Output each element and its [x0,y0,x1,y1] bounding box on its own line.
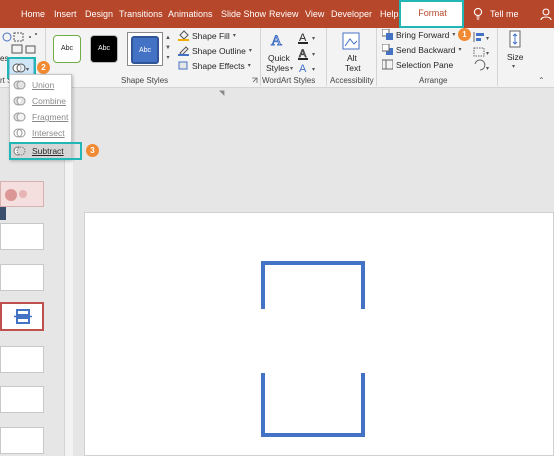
paint-bucket-icon [178,30,189,41]
size-icon[interactable] [506,30,524,48]
ribbon-format: es rt S Abc Abc Abc ▲ ▼ ▾ Shape Fill ▾ Shap… [0,28,554,88]
quick-styles-icon[interactable]: A [269,30,287,50]
powerpoint-window: Home Insert Design Transitions Animation… [0,0,554,456]
style-swatch-blue[interactable]: Abc [131,36,159,64]
slide-thumbnail[interactable] [0,427,44,454]
share-icon[interactable] [540,7,554,21]
tab-animations[interactable]: Animations [168,9,213,19]
group-separator [260,28,261,86]
accessibility-group-label: Accessibility [330,76,374,85]
alt-text-label-2[interactable]: Text [345,63,361,73]
tab-review[interactable]: Review [269,9,299,19]
group-separator [376,28,377,86]
tab-developer[interactable]: Developer [331,9,372,19]
slide-thumbnail[interactable] [0,264,44,291]
dialog-launcher-icon[interactable] [251,77,258,84]
slide-thumbnail[interactable] [0,386,44,413]
slide-shape-preview [14,309,32,324]
svg-text:A: A [299,63,307,75]
svg-text:▾: ▾ [312,67,315,73]
fragment-icon [13,112,26,122]
shape-fill-button[interactable]: Shape Fill ▾ [178,30,236,41]
group-separator [326,28,327,86]
menu-item-combine[interactable]: Combine [10,93,71,109]
collapse-ribbon-icon[interactable]: ⌃ [538,76,545,85]
shape-styles-group-label: Shape Styles [121,76,169,85]
svg-text:▾: ▾ [486,36,489,42]
slide-thumbnail[interactable] [0,223,44,250]
format-tab-highlight [399,0,464,28]
slide-thumbnail[interactable] [0,346,44,373]
slide-thumbnail[interactable] [0,181,44,207]
send-backward-icon [382,44,393,55]
shape-effects-label: Shape Effects [192,60,245,71]
step-badge-2: 2 [37,61,50,74]
selection-pane-button[interactable]: Selection Pane [382,59,453,70]
style-swatch-black[interactable]: Abc [90,35,118,63]
shape-effects-button[interactable]: Shape Effects ▾ [178,60,251,71]
lightbulb-icon [473,7,483,20]
shape-gallery-icon[interactable] [2,31,42,55]
arrange-group-label: Arrange [419,76,448,85]
shape-fill-label: Shape Fill [192,30,230,41]
quick-styles-label-2[interactable]: Styles [266,63,289,73]
quick-styles-label-1[interactable]: Quick [268,53,290,63]
svg-text:▾: ▾ [486,51,489,57]
style-gallery-scroll[interactable]: ▲ ▼ ▾ [164,33,172,63]
ribbon-tab-bar: Home Insert Design Transitions Animation… [0,0,554,28]
wordart-styles-group-label: WordArt Styles [262,76,316,85]
group-separator [497,28,498,86]
alt-text-label-1[interactable]: Alt [347,53,357,63]
bring-forward-icon [382,29,393,40]
menu-item-union[interactable]: Union [10,77,71,93]
subtracted-shape[interactable] [259,259,369,439]
text-format-icons[interactable]: A A A ▾▾▾ [298,30,322,76]
selection-pane-icon [382,59,393,70]
shape-outline-button[interactable]: Shape Outline ▾ [178,45,252,56]
ribbon-divider-marker: ◥ [219,90,225,97]
svg-text:▾: ▾ [486,66,489,72]
send-backward-label: Send Backward [396,44,456,55]
pen-outline-icon [178,46,189,56]
menu-item-intersect[interactable]: Intersect [10,125,71,141]
shape-effects-icon [178,61,188,70]
style-swatch-outline[interactable]: Abc [53,35,81,63]
tab-home[interactable]: Home [21,9,45,19]
size-label[interactable]: Size [507,52,524,62]
step-badge-1: 1 [458,28,471,41]
tab-view[interactable]: View [305,9,324,19]
tab-insert[interactable]: Insert [54,9,77,19]
intersect-icon [13,128,26,138]
tab-transitions[interactable]: Transitions [119,9,163,19]
slide-art-icon [5,189,27,201]
tab-slide-show[interactable]: Slide Show [221,9,266,19]
slide-thumbnail-selected[interactable] [0,302,44,331]
union-icon [13,80,26,90]
send-backward-button[interactable]: Send Backward ▾ [382,44,462,55]
bring-forward-button[interactable]: Bring Forward ▾ [382,29,455,40]
align-group-rotate-icons[interactable]: ▾ ▾ ▾ [472,30,492,74]
svg-text:▾: ▾ [312,52,315,58]
combine-icon [13,96,26,106]
svg-text:A: A [271,33,282,49]
shape-outline-label: Shape Outline [192,45,246,56]
alt-text-icon[interactable] [342,31,360,51]
menu-item-fragment[interactable]: Fragment [10,109,71,125]
svg-text:▾: ▾ [312,36,315,42]
tell-me-search[interactable]: Tell me [490,9,519,19]
tab-design[interactable]: Design [85,9,113,19]
slide-canvas[interactable] [84,212,554,456]
tab-help[interactable]: Help [380,9,399,19]
bring-forward-label: Bring Forward [396,29,450,40]
subtract-highlight [9,142,82,160]
selection-pane-label: Selection Pane [396,59,454,70]
step-badge-3: 3 [86,144,99,157]
